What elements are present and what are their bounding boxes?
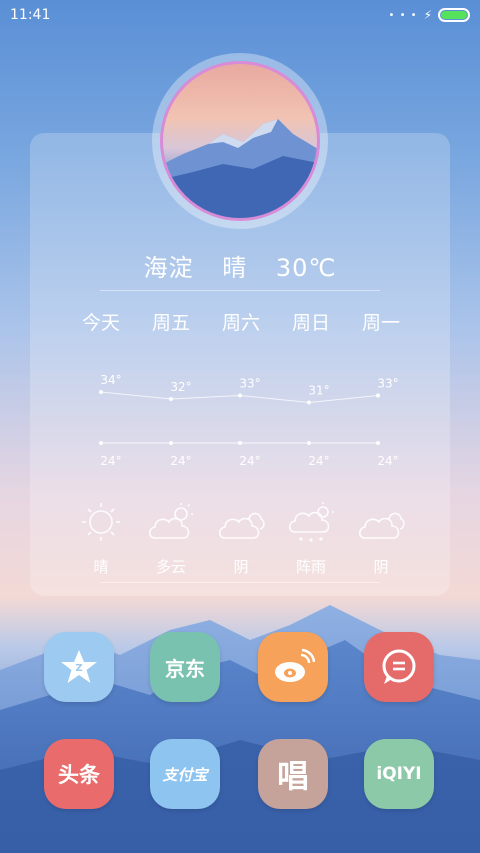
cloudy-icon: [218, 512, 265, 539]
forecast-condition: 阵雨: [295, 558, 326, 576]
svg-text:Z: Z: [75, 663, 82, 674]
charging-icon: ⚡: [423, 8, 432, 22]
changba-label: 唱: [276, 757, 309, 795]
forecast-cell: 阴: [206, 500, 276, 577]
changba-app-icon[interactable]: 唱: [258, 739, 328, 809]
day-label: 今天: [81, 312, 120, 334]
low-temp-label: 24°: [377, 454, 398, 468]
low-temp-label: 24°: [239, 454, 260, 468]
mountain-photo: [160, 61, 320, 221]
divider-top: [100, 290, 380, 291]
status-bar: 11:41 • • • ⚡: [0, 0, 480, 30]
forecast-cell: 晴: [66, 500, 136, 577]
current-weather: 海淀 晴 30℃: [30, 248, 450, 283]
forecast-days: 今天 周五 周六 周日 周一: [66, 308, 416, 335]
low-temp-point: [99, 441, 103, 445]
forecast-condition: 阴: [233, 558, 249, 576]
forecast-cell: 阵雨: [276, 500, 346, 577]
low-temp-point: [376, 441, 380, 445]
low-temp-label: 24°: [308, 454, 329, 468]
status-indicators: • • • ⚡: [388, 8, 470, 22]
avatar-ring: [152, 53, 328, 229]
jd-label: 京东: [165, 656, 205, 681]
high-temp-point: [169, 397, 173, 401]
alipay-label: 支付宝: [162, 765, 208, 784]
low-temp-label: 24°: [100, 454, 121, 468]
high-temp-label: 31°: [308, 384, 329, 398]
battery-icon: [438, 8, 470, 22]
qq-browser-app-icon[interactable]: Z: [44, 632, 114, 702]
sun-icon: [82, 503, 120, 541]
day-label: 周日: [291, 312, 330, 334]
high-temp-label: 32°: [170, 380, 191, 394]
forecast-cell: 阴: [346, 500, 416, 577]
day-label: 周一: [361, 312, 400, 334]
low-temp-point: [169, 441, 173, 445]
weibo-app-icon[interactable]: [258, 632, 328, 702]
high-temp-point: [376, 393, 380, 398]
alipay-app-icon[interactable]: 支付宝: [150, 739, 220, 809]
clock: 11:41: [10, 7, 51, 23]
cloudy-icon: [358, 512, 405, 539]
low-temp-label: 24°: [170, 454, 191, 468]
iqiyi-app-icon[interactable]: iQIYI: [364, 739, 434, 809]
high-temp-point: [99, 390, 103, 394]
day-label: 周五: [151, 312, 190, 334]
high-temp-label: 33°: [239, 377, 260, 391]
forecast-icons: 晴 多云 阴 阵雨 阴: [66, 500, 416, 577]
forecast-cell: 多云: [136, 500, 206, 577]
partly-cloudy-icon: [148, 503, 193, 539]
forecast-condition: 晴: [93, 558, 109, 576]
location-name: 海淀: [143, 254, 194, 282]
jd-app-icon[interactable]: 京东: [150, 632, 220, 702]
high-temp-point: [238, 393, 242, 398]
current-condition: 晴: [222, 254, 248, 282]
temperature-chart: 34° 24° 32° 24° 33° 24° 31° 24° 33° 24°: [99, 373, 399, 468]
high-temp-label: 33°: [377, 377, 398, 391]
forecast-condition: 阴: [373, 558, 389, 576]
notification-dots: • • •: [388, 9, 418, 21]
chat-icon: [382, 649, 416, 684]
divider-bottom: [100, 582, 380, 583]
toutiao-app-icon[interactable]: 头条: [44, 739, 114, 809]
weibo-icon: [275, 648, 315, 682]
messages-app-icon[interactable]: [364, 632, 434, 702]
toutiao-label: 头条: [58, 763, 100, 787]
star-icon: Z: [61, 650, 97, 683]
forecast-condition: 多云: [155, 558, 186, 576]
iqiyi-label: iQIYI: [376, 764, 422, 784]
high-temp-label: 34°: [100, 373, 121, 387]
low-temp-point: [238, 441, 242, 445]
current-temperature: 30℃: [275, 254, 337, 282]
day-label: 周六: [221, 312, 260, 334]
shower-icon: [288, 502, 334, 542]
high-temp-point: [307, 400, 311, 405]
low-temp-point: [307, 441, 311, 445]
